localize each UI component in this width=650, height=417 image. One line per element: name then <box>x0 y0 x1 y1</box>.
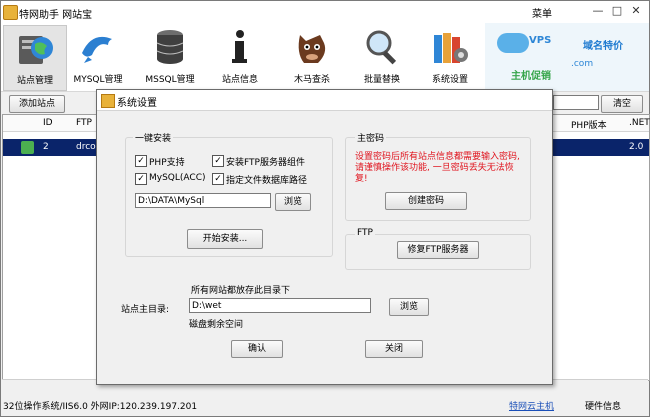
add-site-button[interactable]: 添加站点 <box>9 95 65 113</box>
db-path-browse-button[interactable]: 浏览 <box>275 193 311 211</box>
app-logo-icon <box>3 5 18 20</box>
toolbar-mysql[interactable]: MYSQL管理 <box>67 25 129 89</box>
mysql-dolphin-icon <box>82 36 112 63</box>
menu-button[interactable]: 菜单 <box>532 5 552 20</box>
db-path-checkbox[interactable]: ✓ <box>212 173 224 185</box>
create-password-button[interactable]: 创建密码 <box>385 192 467 210</box>
info-icon <box>232 30 247 63</box>
toolbar-label: MSSQL管理 <box>145 75 195 85</box>
toolbar-site-manage[interactable]: 站点管理 <box>3 25 67 91</box>
settings-books-icon <box>434 33 468 63</box>
db-path-label: 指定文件数据库路径 <box>226 176 308 186</box>
site-root-hint: 所有网站都放存此目录下 <box>191 286 291 296</box>
trojan-horse-icon <box>298 35 326 63</box>
globe-server-icon <box>19 36 53 64</box>
toolbar-mssql[interactable]: MSSQL管理 <box>139 25 201 89</box>
dialog-title-bar: 系统设置 <box>97 90 552 111</box>
toolbar-batch-replace[interactable]: 批量替换 <box>351 25 413 89</box>
toolbar-system-settings[interactable]: 系统设置 <box>419 25 481 89</box>
row-id: 2 <box>43 142 49 152</box>
dialog-title: 系统设置 <box>117 98 157 109</box>
mysql-label: MySQL(ACC) <box>149 173 206 183</box>
close-button[interactable]: ✕ <box>627 3 645 19</box>
play-icon[interactable] <box>21 141 34 154</box>
toolbar-label: 站点管理 <box>16 76 53 86</box>
col-id[interactable]: ID <box>43 118 53 128</box>
col-ftp[interactable]: FTP <box>76 118 92 128</box>
status-system-info: 32位操作系统/IIS6.0 外网IP:120.239.197.201 <box>3 402 198 412</box>
php-checkbox[interactable]: ✓ <box>135 155 147 167</box>
toolbar: 站点管理 MYSQL管理 MSSQL管理 站点信息 木马查杀 批量替换 系统设置… <box>1 23 649 92</box>
app-title: 特网助手 网站宝 <box>19 10 93 21</box>
site-root-label: 站点主目录: <box>121 305 170 315</box>
status-link[interactable]: 特网云主机 <box>509 399 554 412</box>
php-label: PHP支持 <box>149 158 185 168</box>
dialog-icon <box>101 94 115 108</box>
ok-button[interactable]: 确认 <box>231 340 283 358</box>
settings-dialog: 系统设置 一键安装 ✓ PHP支持 ✓ 安装FTP服务器组件 ✓ MySQL(A… <box>96 89 553 385</box>
banner-com: .com <box>571 59 594 69</box>
db-path-input[interactable]: D:\DATA\MySql <box>135 193 271 208</box>
password-group-title: 主密码 <box>355 131 387 144</box>
mysql-checkbox[interactable]: ✓ <box>135 173 147 185</box>
disk-free-label: 磁盘剩余空间 <box>189 320 244 330</box>
repair-ftp-button[interactable]: 修复FTP服务器 <box>397 241 479 259</box>
cloud-icon <box>497 33 529 53</box>
toolbar-label: 系统设置 <box>431 75 468 85</box>
toolbar-trojan-scan[interactable]: 木马查杀 <box>281 25 343 89</box>
col-php[interactable]: PHP版本 <box>571 118 607 131</box>
toolbar-label: 站点信息 <box>221 75 258 85</box>
clear-button[interactable]: 清空 <box>601 95 643 113</box>
toolbar-label: 批量替换 <box>363 75 400 85</box>
status-bar: 32位操作系统/IIS6.0 外网IP:120.239.197.201 特网云主… <box>1 395 649 416</box>
toolbar-site-info[interactable]: 站点信息 <box>209 25 271 89</box>
database-icon <box>156 30 184 64</box>
close-dialog-button[interactable]: 关闭 <box>365 340 423 358</box>
install-group-title: 一键安装 <box>133 131 174 144</box>
password-warning: 设置密码后所有站点信息都需要输入密码, 请谨慎操作该功能, 一旦密码丢失无法恢复… <box>355 152 520 184</box>
ftp-component-label: 安装FTP服务器组件 <box>226 158 305 168</box>
banner-vps: VPS <box>529 35 552 46</box>
hardware-info-button[interactable]: 硬件信息 <box>585 399 621 412</box>
start-install-button[interactable]: 开始安装... <box>187 229 263 249</box>
minimize-button[interactable]: — <box>589 3 607 19</box>
banner-domain: 域名特价 <box>583 41 623 52</box>
magnifier-icon <box>366 30 397 65</box>
toolbar-label: MYSQL管理 <box>73 75 123 85</box>
ad-banner[interactable]: VPS 域名特价 .com 主机促销 <box>485 23 649 91</box>
ftp-group-title: FTP <box>355 228 375 238</box>
site-root-browse-button[interactable]: 浏览 <box>389 298 429 316</box>
site-root-input[interactable]: D:\wet <box>189 298 371 313</box>
title-bar: 特网助手 网站宝 菜单 — □ ✕ <box>1 1 649 23</box>
main-window: 特网助手 网站宝 菜单 — □ ✕ 站点管理 MYSQL管理 MSSQL管理 站… <box>0 0 650 417</box>
banner-host: 主机促销 <box>511 71 551 82</box>
toolbar-label: 木马查杀 <box>293 75 330 85</box>
maximize-button[interactable]: □ <box>608 3 626 19</box>
ftp-component-checkbox[interactable]: ✓ <box>212 155 224 167</box>
search-input[interactable] <box>553 95 599 110</box>
row-net: 2.0 <box>629 142 644 152</box>
col-net[interactable]: .NET <box>629 118 650 128</box>
